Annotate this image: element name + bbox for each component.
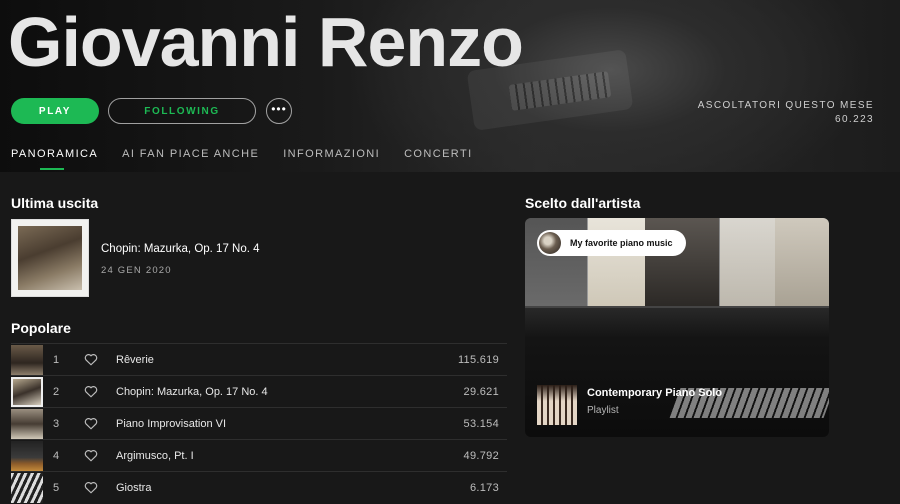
latest-release-title[interactable]: Chopin: Mazurka, Op. 17 No. 4 [101,243,260,255]
latest-release-heading: Ultima uscita [11,195,99,211]
track-thumbnail [11,409,43,439]
track-play-count: 29.621 [463,385,499,398]
track-number: 5 [53,481,60,494]
track-play-count: 49.792 [463,449,499,462]
latest-release-date: 24 GEN 2020 [101,265,172,276]
artist-pick-chip-label: My favorite piano music [570,238,673,248]
track-title: Chopin: Mazurka, Op. 17 No. 4 [116,385,268,398]
heart-icon[interactable] [84,385,98,398]
popular-track-list: 1 Rêverie 115.619 2 Chopin: Mazurka, Op.… [11,343,507,503]
monthly-listeners-label: ASCOLTATORI QUESTO MESE [697,100,874,111]
track-number: 3 [53,417,60,430]
heart-icon[interactable] [84,449,98,462]
track-row[interactable]: 1 Rêverie 115.619 [11,343,507,375]
more-options-button[interactable]: ••• [266,98,292,124]
heart-icon[interactable] [84,353,98,366]
artist-pick-heading: Scelto dall'artista [525,195,641,211]
track-number: 4 [53,449,60,462]
popular-heading: Popolare [11,320,71,336]
tab-panoramica[interactable]: PANORAMICA [11,148,98,170]
piano-lid-decoration [525,306,829,308]
track-row[interactable]: 4 Argimusco, Pt. I 49.792 [11,439,507,471]
album-cover-image [18,226,82,290]
monthly-listeners-count: 60.223 [835,114,874,125]
heart-icon[interactable] [84,481,98,494]
heart-icon[interactable] [84,417,98,430]
latest-release-cover[interactable] [11,219,89,297]
following-button[interactable]: FOLLOWING [108,98,256,124]
track-title: Rêverie [116,353,154,366]
track-row[interactable]: 5 Giostra 6.173 [11,471,507,503]
track-play-count: 6.173 [469,481,499,494]
track-row[interactable]: 3 Piano Improvisation VI 53.154 [11,407,507,439]
avatar [539,232,561,254]
artist-name: Giovanni Renzo [8,3,524,81]
track-number: 2 [53,385,60,398]
playlist-cover[interactable] [537,385,577,425]
tab-concerti[interactable]: CONCERTI [404,148,472,170]
tab-informazioni[interactable]: INFORMAZIONI [283,148,380,170]
track-title: Argimusco, Pt. I [116,449,194,462]
track-number: 1 [53,353,60,366]
track-play-count: 115.619 [457,353,499,366]
track-thumbnail [11,377,43,407]
artist-pick-chip[interactable]: My favorite piano music [537,230,686,256]
more-options-icon: ••• [271,102,287,116]
playlist-title[interactable]: Contemporary Piano Solo [587,387,722,399]
track-title: Giostra [116,481,152,494]
monthly-listeners: ASCOLTATORI QUESTO MESE 60.223 [698,99,874,127]
play-button[interactable]: PLAY [11,98,99,124]
artist-tabs: PANORAMICA AI FAN PIACE ANCHE INFORMAZIO… [11,148,473,170]
playlist-type: Playlist [587,405,619,416]
track-title: Piano Improvisation VI [116,417,227,430]
track-thumbnail [11,473,43,503]
track-play-count: 53.154 [463,417,499,430]
track-thumbnail [11,345,43,375]
track-row[interactable]: 2 Chopin: Mazurka, Op. 17 No. 4 29.621 [11,375,507,407]
track-thumbnail [11,441,43,471]
tab-fans-also-like[interactable]: AI FAN PIACE ANCHE [122,148,259,170]
